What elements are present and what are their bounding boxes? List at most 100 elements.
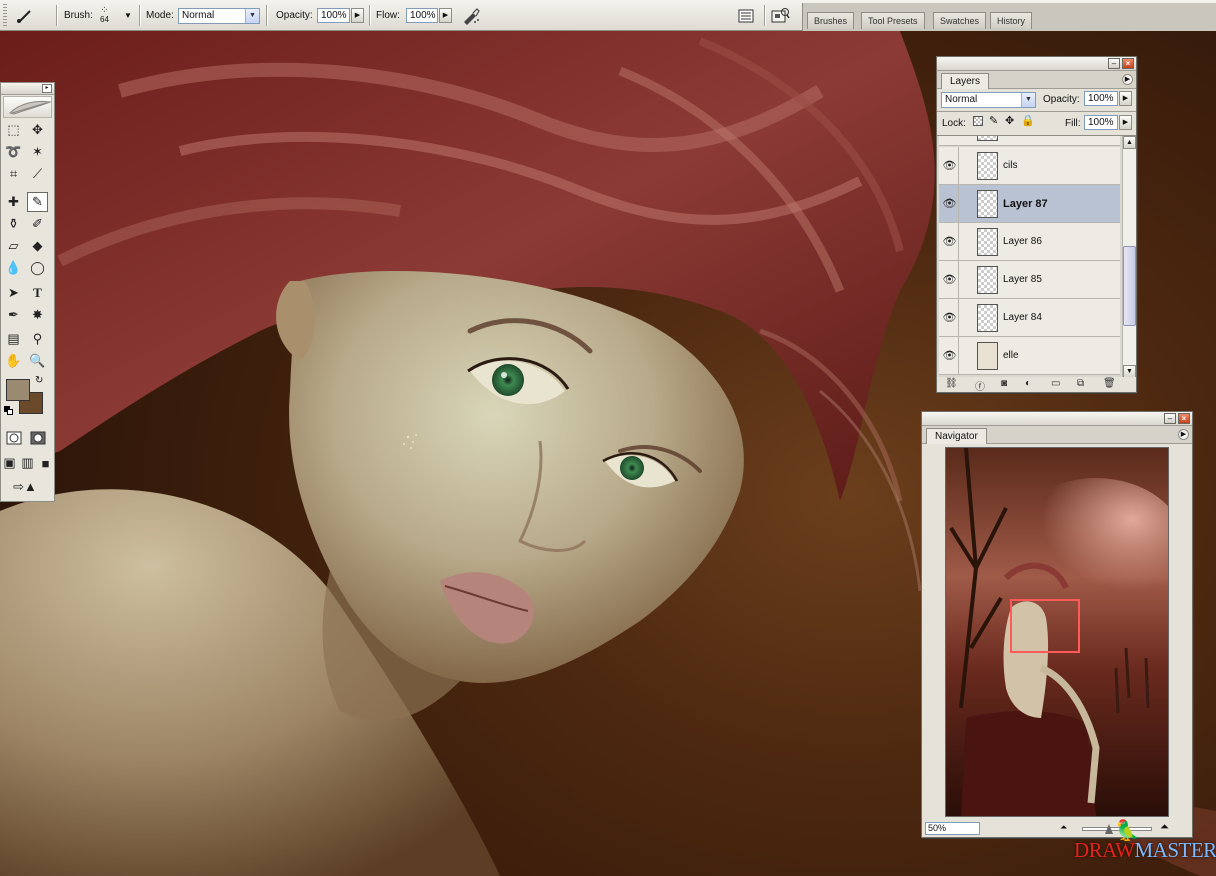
lock-all-icon[interactable]: 🔒: [1021, 114, 1035, 127]
tab-navigator[interactable]: Navigator: [926, 428, 987, 444]
well-tab-brushes[interactable]: Brushes: [807, 12, 855, 29]
notes-tool-icon[interactable]: ▤: [3, 329, 24, 349]
navigator-title-bar[interactable]: – ×: [922, 412, 1192, 426]
full-screen-menu-mode-icon[interactable]: ▥: [19, 453, 36, 473]
foreground-color-swatch[interactable]: [6, 379, 30, 401]
file-browser-button[interactable]: [769, 5, 791, 26]
new-group-icon[interactable]: ▭: [1051, 378, 1060, 389]
flow-input[interactable]: 100%: [406, 8, 438, 23]
close-icon[interactable]: ×: [1178, 413, 1190, 424]
well-tab-history[interactable]: History: [990, 12, 1033, 29]
default-colors-icon[interactable]: [4, 406, 14, 416]
toolbox-title-bar[interactable]: ▸: [1, 83, 54, 95]
visibility-eye-icon[interactable]: 👁: [941, 299, 959, 336]
layer-row-layer-86[interactable]: 👁 Layer 86: [939, 223, 1120, 261]
opacity-slider-arrow-icon[interactable]: ▶: [351, 8, 364, 23]
jump-to-imageready-icon[interactable]: ⇨▲: [5, 477, 45, 497]
layer-row-elle[interactable]: 👁 elle: [939, 337, 1120, 375]
paint-bucket-tool-icon[interactable]: ◆: [27, 236, 48, 256]
scroll-down-icon[interactable]: ▼: [1123, 365, 1136, 377]
scroll-thumb[interactable]: [1123, 246, 1136, 326]
lock-image-icon[interactable]: ✎: [989, 114, 998, 127]
hand-tool-icon[interactable]: ✋: [3, 351, 24, 371]
swap-colors-icon[interactable]: ↻: [35, 375, 43, 386]
layer-opacity-arrow-icon[interactable]: ▶: [1119, 91, 1132, 106]
palette-menu-icon[interactable]: ▶: [1178, 429, 1189, 440]
delete-layer-icon[interactable]: 🗑: [1103, 378, 1116, 389]
visibility-eye-icon[interactable]: 👁: [941, 337, 959, 374]
navigator-preview[interactable]: [945, 447, 1169, 817]
link-layers-icon[interactable]: ⛓: [945, 378, 958, 389]
full-screen-mode-icon[interactable]: ■: [37, 453, 54, 473]
navigator-view-box[interactable]: [1010, 599, 1080, 653]
options-bar-grip[interactable]: [3, 4, 7, 27]
layer-thumbnail: [977, 304, 998, 332]
brush-tool-preset-picker[interactable]: [14, 5, 36, 26]
mode-select[interactable]: Normal ▼: [178, 8, 260, 24]
visibility-eye-icon[interactable]: 👁: [941, 223, 959, 260]
airbrush-button[interactable]: [460, 5, 482, 26]
well-tab-tool-presets[interactable]: Tool Presets: [861, 12, 925, 29]
add-mask-icon[interactable]: ◙: [1001, 378, 1007, 389]
clone-stamp-tool-icon[interactable]: ⚱: [3, 214, 24, 234]
pen-tool-icon[interactable]: ✒: [3, 305, 24, 325]
layer-row-partial[interactable]: [939, 136, 1120, 146]
slice-tool-icon[interactable]: ⟋: [27, 164, 48, 184]
layers-title-bar[interactable]: – ×: [937, 57, 1136, 71]
zoom-tool-icon[interactable]: 🔍: [27, 351, 48, 371]
blend-mode-select[interactable]: Normal ▼: [941, 92, 1036, 108]
well-tab-swatches[interactable]: Swatches: [933, 12, 987, 29]
move-tool-icon[interactable]: ✥: [27, 120, 48, 140]
visibility-eye-icon[interactable]: 👁: [941, 147, 959, 184]
path-selection-tool-icon[interactable]: ➤: [3, 283, 24, 303]
tab-layers[interactable]: Layers: [941, 73, 990, 89]
eyedropper-tool-icon[interactable]: ⚲: [27, 329, 48, 349]
brush-tool-icon[interactable]: ✎: [27, 192, 48, 212]
zoom-out-icon[interactable]: ⏶: [1060, 822, 1067, 833]
flow-slider-arrow-icon[interactable]: ▶: [439, 8, 452, 23]
custom-shape-tool-icon[interactable]: ✸: [27, 305, 48, 325]
layer-style-icon[interactable]: ⓕ: [975, 378, 985, 393]
zoom-slider-thumb[interactable]: [1105, 824, 1113, 834]
opacity-input[interactable]: 100%: [317, 8, 350, 23]
toggle-palettes-button[interactable]: [735, 5, 757, 26]
lock-position-icon[interactable]: ✥: [1005, 114, 1014, 127]
visibility-eye-icon[interactable]: 👁: [941, 261, 959, 298]
standard-screen-mode-icon[interactable]: ▣: [1, 453, 18, 473]
layer-row-layer-87[interactable]: 👁 Layer 87: [939, 185, 1120, 223]
layer-row-layer-84[interactable]: 👁 Layer 84: [939, 299, 1120, 337]
new-layer-icon[interactable]: ⧉: [1077, 378, 1084, 389]
layer-row-layer-85[interactable]: 👁 Layer 85: [939, 261, 1120, 299]
fill-input[interactable]: 100%: [1084, 115, 1118, 130]
visibility-eye-icon[interactable]: 👁: [941, 185, 959, 222]
zoom-in-icon[interactable]: ⏶: [1160, 821, 1169, 834]
layers-scrollbar[interactable]: ▲ ▼: [1122, 136, 1136, 377]
lock-transparent-icon[interactable]: [973, 116, 983, 126]
type-tool-icon[interactable]: T: [27, 283, 48, 303]
scroll-up-icon[interactable]: ▲: [1123, 136, 1136, 149]
eraser-tool-icon[interactable]: ▱: [3, 236, 24, 256]
blur-tool-icon[interactable]: 💧: [3, 258, 24, 278]
layer-opacity-input[interactable]: 100%: [1084, 91, 1118, 106]
brush-picker[interactable]: ⁘ 64: [100, 0, 109, 31]
quick-mask-mode-icon[interactable]: [27, 428, 48, 448]
standard-mode-icon[interactable]: [3, 428, 24, 448]
brush-picker-arrow-icon[interactable]: ▼: [124, 0, 132, 31]
crop-tool-icon[interactable]: ⌗: [3, 164, 24, 184]
magic-wand-tool-icon[interactable]: ✶: [27, 142, 48, 162]
close-icon[interactable]: ×: [1122, 58, 1134, 69]
healing-brush-tool-icon[interactable]: ✚: [3, 192, 24, 212]
adjustment-layer-icon[interactable]: ◐: [1025, 378, 1031, 389]
zoom-input[interactable]: 50%: [925, 822, 980, 835]
photoshop-feather-logo[interactable]: [3, 96, 52, 118]
marquee-tool-icon[interactable]: ⬚: [3, 120, 24, 140]
minimize-icon[interactable]: –: [1164, 413, 1176, 424]
palette-menu-icon[interactable]: ▶: [1122, 74, 1133, 85]
fill-arrow-icon[interactable]: ▶: [1119, 115, 1132, 130]
toolbox-menu-icon[interactable]: ▸: [42, 84, 52, 93]
layer-row-cils[interactable]: 👁 cils: [939, 147, 1120, 185]
minimize-icon[interactable]: –: [1108, 58, 1120, 69]
history-brush-tool-icon[interactable]: ✐: [27, 214, 48, 234]
dodge-tool-icon[interactable]: ◯: [27, 258, 48, 278]
lasso-tool-icon[interactable]: ➰: [3, 142, 24, 162]
